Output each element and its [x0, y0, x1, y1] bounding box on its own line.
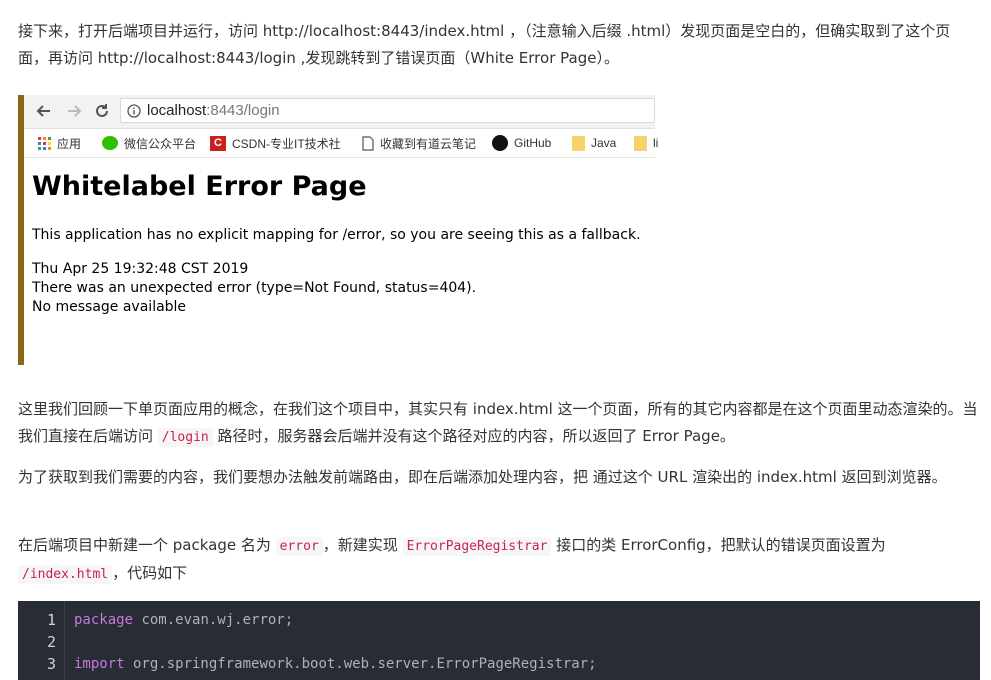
bookmark-label: CSDN-专业IT技术社 — [232, 136, 341, 151]
paragraph-text: 接口的类 ErrorConfig，把默认的错误页面设置为 — [551, 536, 886, 554]
wechat-icon — [102, 136, 118, 150]
error-detail: There was an unexpected error (type=Not … — [32, 280, 477, 296]
bookmark-youdao[interactable]: 收藏到有道云笔记 — [362, 133, 476, 153]
csdn-icon: C — [210, 135, 226, 151]
code-keyword: package — [74, 612, 134, 628]
code-line: import org.springframework.boot.web.serv… — [74, 656, 597, 672]
bookmark-label: 应用 — [57, 136, 82, 151]
github-icon — [492, 135, 508, 151]
bookmark-csdn[interactable]: C CSDN-专业IT技术社 — [210, 133, 341, 153]
paragraph-text: ，新建实现 — [322, 536, 403, 554]
bookmark-java-folder[interactable]: Java — [572, 133, 616, 153]
intro-paragraph: 接下来，打开后端项目并运行，访问 http://localhost:8443/i… — [18, 22, 951, 67]
paragraph-text: ，代码如下 — [112, 564, 188, 582]
info-icon[interactable] — [127, 103, 141, 118]
folder-icon — [572, 135, 585, 151]
forward-arrow-icon[interactable] — [64, 101, 84, 121]
bookmark-li-folder[interactable]: li — [634, 133, 658, 153]
bookmark-label: Java — [591, 136, 617, 150]
bookmark-label: GitHub — [514, 136, 552, 150]
folder-icon — [634, 135, 647, 151]
paragraph-text: 在后端项目中新建一个 package 名为 — [18, 536, 276, 554]
inline-code-login: /login — [157, 428, 213, 447]
inline-code-index-html: /index.html — [18, 565, 113, 584]
code-text: org.springframework.boot.web.server.Erro… — [124, 656, 597, 672]
error-no-message: No message available — [32, 299, 187, 315]
browser-screenshot: localhost:8443/login 应用 微信公众平台 C CSDN-专业… — [18, 95, 658, 365]
bookmark-github[interactable]: GitHub — [492, 133, 551, 153]
line-number: 2 — [46, 633, 56, 651]
spa-concept-paragraph: 这里我们回顾一下单页面应用的概念，在我们这个项目中，其实只有 index.htm… — [18, 396, 980, 451]
error-page-title: Whitelabel Error Page — [32, 171, 367, 202]
bookmark-apps[interactable]: 应用 — [38, 133, 81, 153]
back-arrow-icon[interactable] — [34, 101, 54, 121]
bookmark-label: 收藏到有道云笔记 — [380, 136, 477, 151]
url-path: :8443/login — [206, 102, 280, 119]
apps-grid-icon — [38, 136, 51, 150]
error-config-paragraph: 在后端项目中新建一个 package 名为 error ，新建实现 ErrorPa… — [18, 532, 980, 588]
address-bar[interactable]: localhost:8443/login — [120, 98, 655, 123]
frontend-route-paragraph: 为了获取到我们需要的内容，我们要想办法触发前端路由，即在后端添加处理内容，把 通… — [18, 468, 947, 486]
browser-toolbar: localhost:8443/login — [24, 95, 655, 129]
bookmarks-bar: 应用 微信公众平台 C CSDN-专业IT技术社 收藏到有道云笔记 GitHub… — [24, 129, 658, 158]
paragraph-text: 路径时，服务器会后端并没有这个路径对应的内容，所以返回了 Error Page。 — [212, 427, 735, 445]
inline-code-error: error — [275, 537, 323, 556]
error-timestamp: Thu Apr 25 19:32:48 CST 2019 — [32, 261, 249, 277]
inline-code-errorpageregistrar: ErrorPageRegistrar — [402, 537, 552, 556]
code-block: 1 2 3 package com.evan.wj.error; import … — [18, 601, 980, 680]
bookmark-label: li — [653, 136, 659, 150]
line-number: 1 — [46, 611, 56, 629]
error-message: This application has no explicit mapping… — [32, 227, 641, 243]
line-number-gutter: 1 2 3 — [18, 601, 65, 680]
url-host: localhost — [147, 102, 207, 119]
bookmark-label: 微信公众平台 — [124, 136, 197, 151]
line-number: 3 — [46, 655, 56, 673]
code-text: com.evan.wj.error; — [133, 612, 294, 628]
code-keyword: import — [74, 656, 125, 672]
reload-icon[interactable] — [92, 101, 112, 121]
code-line: package com.evan.wj.error; — [74, 612, 293, 628]
bookmark-wechat[interactable]: 微信公众平台 — [102, 133, 196, 153]
page-icon — [362, 135, 374, 151]
